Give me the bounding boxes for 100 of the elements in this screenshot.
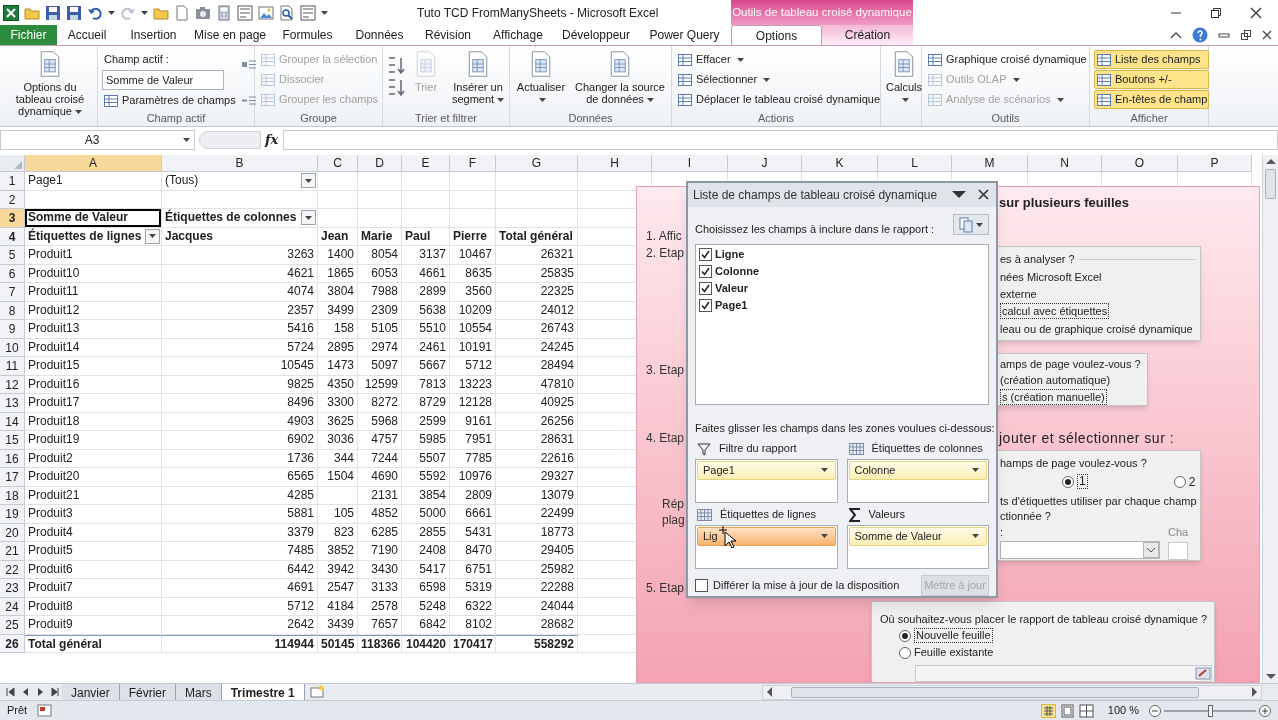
column-header[interactable]: E — [402, 155, 450, 172]
checkbox[interactable] — [699, 299, 712, 313]
camera-icon[interactable] — [195, 4, 211, 21]
row-header[interactable]: 9 — [0, 320, 25, 339]
text-field[interactable] — [1168, 542, 1188, 560]
ribbon-button[interactable]: Changer la source de données — [572, 50, 668, 105]
ribbon-button[interactable]: Graphique croisé dynamique — [926, 50, 1088, 69]
ribbon-tab[interactable]: Fichier — [0, 25, 57, 45]
column-header[interactable]: I — [652, 155, 728, 172]
column-header[interactable]: A — [25, 155, 162, 172]
row-header[interactable]: 5 — [0, 246, 25, 265]
column-header[interactable]: F — [450, 155, 496, 172]
show-toggle-button[interactable]: En-têtes de champ — [1094, 90, 1210, 109]
field-name[interactable]: Colonne — [715, 263, 759, 280]
save-icon[interactable] — [45, 4, 61, 21]
column-header[interactable]: N — [1028, 155, 1102, 172]
macro-record-icon[interactable] — [37, 704, 53, 717]
page-layout-icon[interactable] — [1059, 703, 1075, 718]
close-icon[interactable] — [1262, 30, 1272, 40]
last-sheet-icon[interactable] — [51, 687, 60, 697]
ribbon-button[interactable]: Insérer un segment — [447, 50, 509, 105]
filter-dropdown-button[interactable] — [301, 210, 316, 225]
close-icon[interactable] — [1250, 6, 1262, 19]
ribbon-button[interactable]: Actualiser — [514, 50, 568, 105]
sheet-tab[interactable]: Février — [119, 683, 177, 701]
active-field-box[interactable]: Somme de Valeur — [102, 70, 224, 90]
field-chip[interactable]: Colonne — [848, 461, 987, 480]
range-picker-icon[interactable] — [1195, 666, 1211, 681]
sort-descending-icon[interactable] — [387, 78, 405, 96]
filter-dropdown-button[interactable] — [145, 228, 160, 244]
field-name[interactable]: Valeur — [715, 280, 749, 297]
column-header[interactable]: L — [878, 155, 952, 172]
ribbon-button[interactable]: Options du tableau croisé dynamique — [4, 50, 96, 117]
column-header[interactable]: P — [1178, 155, 1252, 172]
row-header[interactable]: 23 — [0, 579, 25, 598]
column-header[interactable]: C — [318, 155, 358, 172]
checkbox[interactable] — [699, 265, 712, 279]
column-header[interactable]: M — [952, 155, 1028, 172]
ribbon-tab[interactable]: Révision — [414, 25, 482, 45]
collapse-ribbon-icon[interactable] — [1170, 30, 1182, 40]
expand-field-icon[interactable] — [240, 58, 257, 70]
zoom-out-icon[interactable] — [1149, 704, 1161, 717]
formula-input[interactable] — [283, 130, 1278, 150]
column-header[interactable]: B — [162, 155, 318, 172]
row-header[interactable]: 1 — [0, 172, 25, 191]
restore-icon[interactable] — [1240, 29, 1252, 41]
restore-icon[interactable] — [1210, 6, 1222, 19]
sort-ascending-icon[interactable] — [387, 56, 405, 74]
radio-button[interactable] — [1173, 475, 1186, 488]
help-icon[interactable] — [1192, 27, 1208, 43]
row-header[interactable]: 21 — [0, 542, 25, 561]
sheet-tab[interactable]: Trimestre 1 — [221, 683, 305, 701]
checkbox[interactable] — [699, 282, 712, 296]
ribbon-tab[interactable]: Développeur — [554, 25, 638, 45]
previous-sheet-icon[interactable] — [21, 687, 30, 697]
scrollbar-thumb[interactable] — [1265, 169, 1276, 199]
ribbon-tab[interactable]: Affichage — [482, 25, 554, 45]
normal-view-icon[interactable] — [1040, 703, 1056, 718]
ribbon-tab[interactable]: Accueil — [57, 25, 117, 45]
ribbon-button[interactable]: Calculs — [885, 50, 923, 105]
row-header[interactable]: 17 — [0, 468, 25, 487]
field-name[interactable]: Page1 — [715, 297, 748, 314]
checkbox[interactable] — [699, 248, 712, 262]
ribbon-tab[interactable]: Insertion — [117, 25, 190, 45]
row-header[interactable]: 15 — [0, 431, 25, 450]
row-header[interactable]: 19 — [0, 505, 25, 524]
page-break-icon[interactable] — [1078, 703, 1094, 718]
magnifier-icon[interactable] — [279, 4, 295, 21]
first-sheet-icon[interactable] — [6, 687, 15, 697]
sheet-tab[interactable]: Janvier — [62, 683, 120, 701]
ribbon-button[interactable]: Paramètres de champs — [102, 91, 237, 110]
checkbox[interactable] — [695, 579, 708, 592]
slider-thumb[interactable] — [1207, 704, 1213, 717]
column-header[interactable]: O — [1102, 155, 1178, 172]
row-header[interactable]: 11 — [0, 357, 25, 376]
ribbon-tab[interactable]: Power Query — [638, 25, 731, 45]
ribbon-tab[interactable]: Mise en page — [190, 25, 270, 45]
ribbon-button[interactable]: Sélectionner — [676, 70, 882, 89]
image-icon[interactable] — [258, 4, 274, 21]
spreadsheet-logo-icon[interactable] — [3, 4, 19, 21]
ribbon-tab[interactable]: Création — [822, 25, 913, 45]
caret-icon[interactable] — [108, 10, 115, 15]
caret-icon[interactable] — [321, 10, 328, 15]
show-toggle-button[interactable]: Boutons +/- — [1094, 70, 1210, 89]
sheet-tab[interactable]: Mars — [176, 683, 222, 701]
ribbon-button[interactable]: Effacer — [676, 50, 882, 69]
ribbon-tab[interactable]: Formules — [270, 25, 345, 45]
zoom-slider[interactable] — [1164, 704, 1256, 717]
show-toggle-button[interactable]: Liste des champs — [1094, 50, 1210, 69]
field-chip[interactable]: Somme de Valeur — [848, 527, 987, 546]
column-header[interactable]: K — [802, 155, 878, 172]
column-header[interactable]: D — [358, 155, 402, 172]
range-field[interactable] — [915, 665, 1212, 682]
filter-dropdown-button[interactable] — [301, 173, 316, 188]
field-chip[interactable]: Page1 — [697, 461, 836, 480]
zoom-in-icon[interactable] — [1259, 704, 1271, 717]
field-name[interactable]: Ligne — [715, 246, 745, 263]
column-header[interactable]: J — [728, 155, 802, 172]
layout-button[interactable] — [953, 214, 989, 236]
insert-function-button[interactable]: fx — [265, 130, 283, 150]
